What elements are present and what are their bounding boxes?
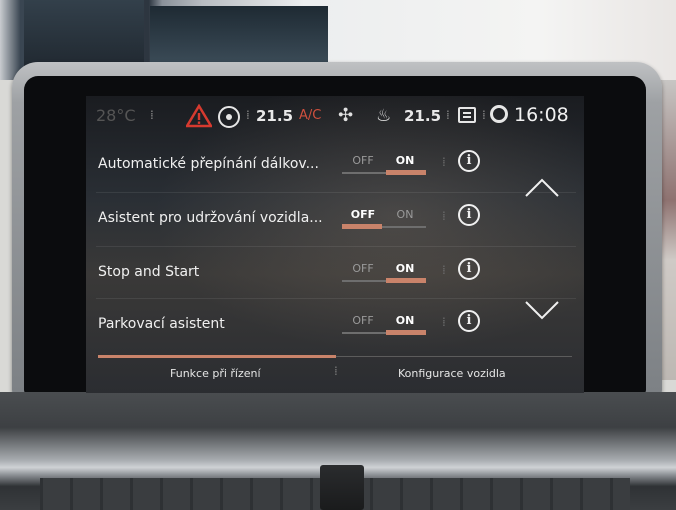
connectivity-icon[interactable] xyxy=(218,106,240,128)
status-separator: ⁞ xyxy=(246,108,250,122)
toggle-on-label[interactable]: ON xyxy=(384,208,426,221)
warning-triangle-icon[interactable] xyxy=(186,104,212,128)
seat-heat-icon[interactable]: ♨ xyxy=(376,106,391,126)
status-separator: ⁞ xyxy=(150,108,154,122)
setting-label: Stop and Start xyxy=(98,264,200,280)
passenger-temperature[interactable]: 21.5 xyxy=(404,107,441,125)
fan-icon[interactable]: ✣ xyxy=(338,106,353,126)
setting-label: Parkovací asistent xyxy=(98,316,225,332)
toggle-on-label[interactable]: ON xyxy=(384,314,426,327)
toggle-off-label[interactable]: OFF xyxy=(342,262,384,275)
status-bar: 28°C ⁞ ⁞ 21.5 A/C ✣ ♨ 21.5 ⁞ ⁞ 16:08 xyxy=(86,96,584,136)
outside-temperature: 28°C xyxy=(96,106,136,125)
row-separator: ⁞ xyxy=(442,155,446,169)
row-divider xyxy=(96,298,576,299)
toggle-indicator xyxy=(386,278,426,283)
setting-row-park-assist: Parkovací asistent OFF ON ⁞ i xyxy=(86,300,584,352)
info-icon[interactable]: i xyxy=(458,258,480,280)
gear-icon[interactable] xyxy=(490,105,508,123)
window-pillar xyxy=(24,0,144,70)
row-divider xyxy=(96,192,576,193)
toggle-indicator xyxy=(386,170,426,175)
lane-assist-toggle[interactable]: OFF ON xyxy=(342,208,426,232)
clock: 16:08 xyxy=(514,104,569,126)
car-window xyxy=(150,6,328,64)
chevron-up-icon[interactable] xyxy=(524,170,560,206)
row-separator: ⁞ xyxy=(442,263,446,277)
toggle-off-label[interactable]: OFF xyxy=(342,154,384,167)
toggle-off-label[interactable]: OFF xyxy=(342,314,384,327)
active-tab-indicator xyxy=(98,355,336,358)
setting-row-stop-start: Stop and Start OFF ON ⁞ i xyxy=(86,248,584,300)
tab-separator: ⁞ xyxy=(334,364,338,378)
park-assist-toggle[interactable]: OFF ON xyxy=(342,314,426,338)
toggle-indicator xyxy=(386,330,426,335)
status-separator: ⁞ xyxy=(482,108,486,122)
infotainment-screen: 28°C ⁞ ⁞ 21.5 A/C ✣ ♨ 21.5 ⁞ ⁞ 16:08 Aut… xyxy=(86,96,584,393)
setting-label: Asistent pro udržování vozidla... xyxy=(98,210,323,226)
menu-icon[interactable] xyxy=(458,107,476,123)
info-icon[interactable]: i xyxy=(458,204,480,226)
setting-label: Automatické přepínání dálkov... xyxy=(98,156,319,172)
info-icon[interactable]: i xyxy=(458,310,480,332)
setting-row-high-beam: Automatické přepínání dálkov... OFF ON ⁞… xyxy=(86,140,584,192)
air-vent-knob xyxy=(320,465,364,510)
stop-start-toggle[interactable]: OFF ON xyxy=(342,262,426,286)
tab-driving-functions[interactable]: Funkce při řízení xyxy=(170,367,261,380)
tab-vehicle-configuration[interactable]: Konfigurace vozidla xyxy=(398,367,506,380)
toggle-on-label[interactable]: ON xyxy=(384,262,426,275)
row-separator: ⁞ xyxy=(442,315,446,329)
ac-label[interactable]: A/C xyxy=(299,108,321,123)
setting-row-lane-assist: Asistent pro udržování vozidla... OFF ON… xyxy=(86,194,584,246)
toggle-off-label[interactable]: OFF xyxy=(342,208,384,221)
row-divider xyxy=(96,246,576,247)
info-icon[interactable]: i xyxy=(458,150,480,172)
high-beam-toggle[interactable]: OFF ON xyxy=(342,154,426,178)
chevron-down-icon[interactable] xyxy=(524,292,560,328)
driver-temperature[interactable]: 21.5 xyxy=(256,107,293,125)
toggle-on-label[interactable]: ON xyxy=(384,154,426,167)
status-separator: ⁞ xyxy=(446,108,450,122)
toggle-indicator xyxy=(342,224,382,229)
row-separator: ⁞ xyxy=(442,209,446,223)
